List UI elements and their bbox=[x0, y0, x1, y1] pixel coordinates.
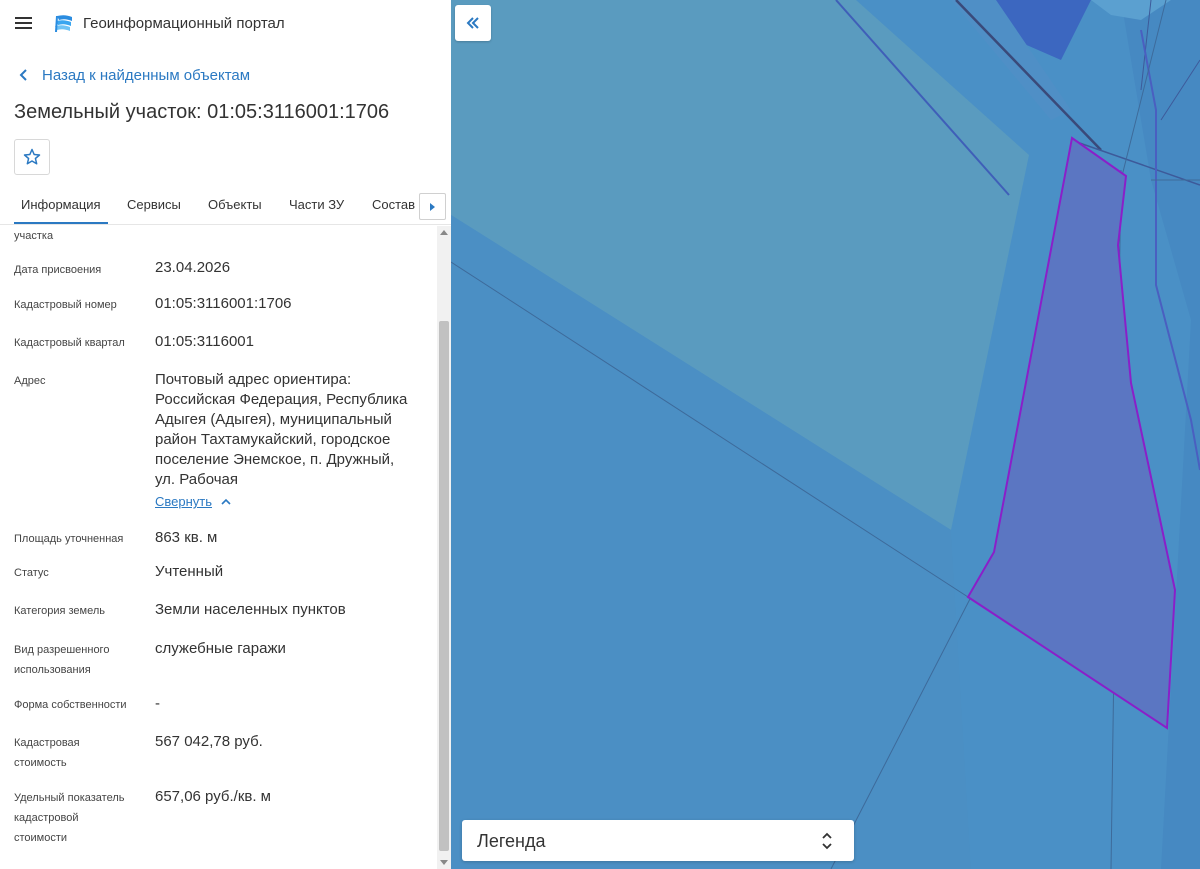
field-value: 01:05:3116001 bbox=[155, 333, 254, 350]
address-line: Адыгея (Адыгея), муниципальный bbox=[155, 411, 392, 428]
info-panel: Геоинформационный портал Назад к найденн… bbox=[0, 0, 451, 869]
tabs-bar: Информация Сервисы Объекты Части ЗУ Сост… bbox=[0, 186, 451, 225]
field-value: 657,06 руб./кв. м bbox=[155, 788, 271, 805]
tab-services[interactable]: Сервисы bbox=[127, 197, 181, 212]
star-icon bbox=[23, 148, 41, 165]
field-label-line: стоимость bbox=[14, 757, 67, 769]
address-line: Российская Федерация, Республика bbox=[155, 391, 408, 408]
tab-objects[interactable]: Объекты bbox=[208, 197, 262, 212]
field-label: Адрес bbox=[14, 375, 46, 387]
collapse-address-link[interactable]: Свернуть bbox=[155, 494, 232, 509]
field-value: 01:05:3116001:1706 bbox=[155, 295, 292, 312]
map-view[interactable] bbox=[451, 0, 1200, 869]
address-line: Почтовый адрес ориентира: bbox=[155, 371, 352, 388]
field-value: Земли населенных пунктов bbox=[155, 601, 346, 618]
field-label: Кадастровый номер bbox=[14, 299, 117, 311]
address-value: Почтовый адрес ориентира: Российская Фед… bbox=[155, 370, 421, 490]
address-line: поселение Энемское, п. Дружный, bbox=[155, 451, 395, 468]
field-value: 863 кв. м bbox=[155, 529, 218, 546]
chevron-left-icon bbox=[19, 69, 27, 81]
field-label-line: Кадастровая bbox=[14, 737, 80, 749]
address-line: ул. Рабочая bbox=[155, 471, 238, 488]
field-value: 567 042,78 руб. bbox=[155, 733, 263, 750]
field-label: Площадь уточненная bbox=[14, 533, 124, 545]
tab-composition[interactable]: Состав bbox=[372, 197, 415, 212]
field-label: Статус bbox=[14, 567, 49, 579]
field-label-line: использования bbox=[14, 664, 91, 676]
favorite-button[interactable] bbox=[14, 139, 50, 175]
back-link-label: Назад к найденным объектам bbox=[42, 66, 251, 84]
collapse-label: Свернуть bbox=[155, 494, 213, 509]
address-line: район Тахтамукайский, городское bbox=[155, 431, 391, 448]
double-chevron-left-icon bbox=[466, 17, 479, 29]
field-label-line: Удельный показатель bbox=[14, 792, 125, 804]
field-label: Дата присвоения bbox=[14, 264, 102, 276]
legend-label: Легенда bbox=[477, 831, 546, 851]
up-down-icon bbox=[822, 832, 832, 850]
scrollbar-thumb[interactable] bbox=[439, 321, 449, 851]
logo-icon bbox=[55, 15, 72, 33]
map-canvas[interactable] bbox=[451, 0, 1200, 869]
info-content: участка Дата присвоения 23.04.2026 Кадас… bbox=[0, 226, 437, 869]
legend-dropdown[interactable]: Легенда bbox=[462, 820, 854, 861]
field-label-line: кадастровой bbox=[14, 812, 79, 824]
app-header: Геоинформационный портал bbox=[0, 0, 451, 48]
field-label: Удельный показатель кадастровой стоимост… bbox=[14, 788, 125, 848]
menu-icon[interactable] bbox=[13, 13, 35, 35]
scroll-up-icon[interactable] bbox=[440, 230, 448, 235]
tab-parcel-parts[interactable]: Части ЗУ bbox=[289, 197, 344, 212]
field-label: Кадастровый квартал bbox=[14, 337, 125, 349]
tab-information[interactable]: Информация bbox=[14, 197, 108, 224]
tabs-next-button[interactable] bbox=[419, 193, 446, 220]
field-label: Вид разрешенного использования bbox=[14, 640, 109, 680]
truncated-label: участка bbox=[14, 230, 54, 242]
app-title: Геоинформационный портал bbox=[83, 15, 285, 32]
scrollbar[interactable] bbox=[437, 226, 451, 869]
field-label: Форма собственности bbox=[14, 699, 127, 711]
toggle-panel-button[interactable] bbox=[455, 5, 491, 41]
chevron-up-icon bbox=[221, 498, 231, 505]
field-label-line: стоимости bbox=[14, 832, 68, 844]
field-label: Кадастровая стоимость bbox=[14, 733, 80, 773]
field-label-line: Вид разрешенного bbox=[14, 644, 110, 656]
field-value: Учтенный bbox=[155, 563, 224, 580]
field-value: служебные гаражи bbox=[155, 640, 286, 657]
field-value: - bbox=[155, 695, 160, 712]
scroll-down-icon[interactable] bbox=[440, 860, 448, 865]
field-value: 23.04.2026 bbox=[155, 259, 231, 276]
field-label: Категория земель bbox=[14, 605, 105, 617]
page-title: Земельный участок: 01:05:3116001:1706 bbox=[14, 101, 390, 123]
back-to-results-link[interactable]: Назад к найденным объектам bbox=[14, 65, 250, 85]
caret-right-icon bbox=[430, 202, 435, 211]
